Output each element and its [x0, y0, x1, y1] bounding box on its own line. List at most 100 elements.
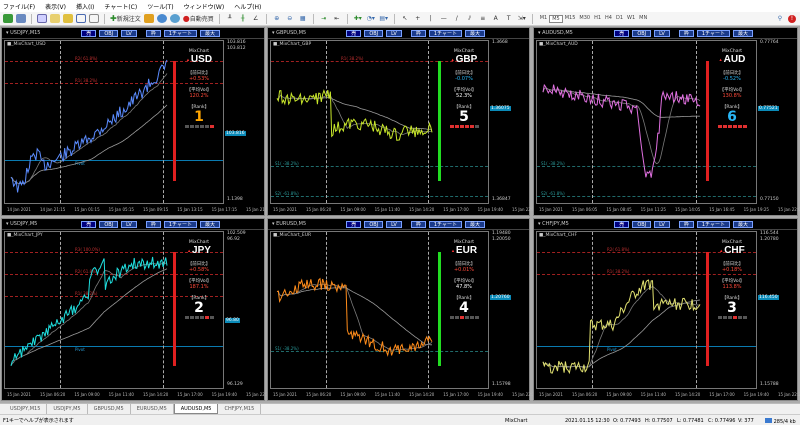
chart-plot-area[interactable]: ■_MixChart_JPY R3( 100.0%) R2( 61.8%) R1( 3…	[4, 231, 224, 389]
auto-scroll-icon[interactable]: ⇥	[319, 14, 329, 24]
chart-window-aud[interactable]: ▾ AUDUSD,M5 売 OBJ LV 枠 1チャート 最大 ■_MixChart_AUD S…	[533, 27, 800, 216]
menu-item[interactable]: ウィンドウ(W)	[184, 2, 225, 11]
chart-title-bar[interactable]: ▾ EURUSD,M5 売 OBJ LV 枠 1チャート 最大	[268, 219, 529, 230]
horizontal-line-icon[interactable]: —	[439, 14, 449, 24]
frame-button[interactable]: 枠	[145, 221, 161, 228]
obj-button[interactable]: OBJ	[364, 30, 384, 37]
crosshair-icon[interactable]: +	[413, 14, 423, 24]
chart-shift-icon[interactable]: ⇤	[332, 14, 342, 24]
price-axis[interactable]: 103.816 103.812 103.816 1.1398	[224, 40, 264, 204]
chart-tab[interactable]: USDJPY,M5	[47, 404, 88, 414]
obj-button[interactable]: OBJ	[99, 221, 119, 228]
lv-button[interactable]: LV	[121, 30, 137, 37]
lv-button[interactable]: LV	[654, 221, 670, 228]
search-icon[interactable]: ⚲	[775, 14, 785, 24]
arrows-icon[interactable]: ⇲▾	[517, 14, 527, 24]
metaeditor-icon[interactable]	[143, 14, 154, 23]
market-watch-icon[interactable]	[37, 14, 47, 23]
timeframe-h1[interactable]: H1	[592, 15, 603, 23]
timeframe-m1[interactable]: M1	[538, 15, 550, 23]
menu-item[interactable]: ヘルプ(H)	[234, 2, 261, 11]
timeframe-w1[interactable]: W1	[625, 15, 637, 23]
one-chart-button[interactable]: 1チャート	[163, 221, 197, 228]
chart-title-bar[interactable]: ▾ USDJPY,M5 売 OBJ LV 枠 1チャート 最大	[2, 219, 264, 230]
auto-trading-button[interactable]: ● 自動売買	[183, 14, 214, 24]
one-chart-button[interactable]: 1チャート	[696, 221, 730, 228]
menu-item[interactable]: チャート(C)	[104, 2, 137, 11]
lv-button[interactable]: LV	[654, 30, 670, 37]
chart-title-bar[interactable]: ▾ CHFJPY,M5 売 OBJ LV 枠 1チャート 最大	[534, 219, 797, 230]
tile-windows-icon[interactable]: ▦	[298, 14, 308, 24]
indicators-icon[interactable]: ✚▾	[353, 14, 363, 24]
chart-tab[interactable]: EURUSD,M5	[131, 404, 174, 414]
navigator-icon[interactable]	[50, 14, 60, 23]
channel-icon[interactable]: ⫽	[465, 14, 475, 24]
line-chart-icon[interactable]: ∠	[251, 14, 261, 24]
sell-button[interactable]: 売	[346, 30, 362, 37]
market-icon[interactable]	[169, 14, 180, 23]
menu-item[interactable]: 表示(V)	[45, 2, 66, 11]
price-axis[interactable]: 0.77764 0.77521 0.77150	[757, 40, 797, 204]
price-axis[interactable]: 1.3668 1.36075 1.36847	[489, 40, 529, 204]
zoom-out-icon[interactable]: ⊖	[285, 14, 295, 24]
new-order-button[interactable]: ✚ 新規注文	[110, 14, 141, 24]
chart-title-bar[interactable]: ▾ GBPUSD,M5 売 OBJ LV 枠 1チャート 最大	[268, 28, 529, 39]
chart-plot-area[interactable]: ■_MixChart_AUD S1( -38.2%) S2( -61.8%) MixC…	[536, 40, 757, 204]
chart-tab[interactable]: GBPUSD,M5	[88, 404, 131, 414]
terminal-icon[interactable]	[76, 14, 86, 23]
chart-tab[interactable]: USDJPY,M15	[4, 404, 48, 414]
lv-button[interactable]: LV	[121, 221, 137, 228]
text-icon[interactable]: A	[491, 14, 501, 24]
sell-button[interactable]: 売	[614, 30, 630, 37]
obj-button[interactable]: OBJ	[632, 30, 652, 37]
vertical-line-icon[interactable]: |	[426, 14, 436, 24]
time-axis[interactable]: 15 Jan 2021 15 Jan 06:20 15 Jan 09:00 15 Ja…	[270, 389, 537, 400]
zoom-in-icon[interactable]: ⊕	[272, 14, 282, 24]
obj-button[interactable]: OBJ	[632, 221, 652, 228]
menu-item[interactable]: ツール(T)	[147, 2, 173, 11]
chart-title-bar[interactable]: ▾ AUDUSD,M5 売 OBJ LV 枠 1チャート 最大	[534, 28, 797, 39]
chart-window-gbp[interactable]: ▾ GBPUSD,M5 売 OBJ LV 枠 1チャート 最大 ■_MixChart_GBP R…	[267, 27, 537, 216]
chart-tab[interactable]: CHFJPY,M15	[218, 404, 262, 414]
frame-button[interactable]: 枠	[678, 221, 694, 228]
data-window-icon[interactable]	[63, 14, 73, 23]
price-axis[interactable]: 116.544 1.20780 116.450 1.15788	[757, 231, 797, 389]
maximize-button[interactable]: 最大	[732, 30, 753, 37]
trendline-icon[interactable]: /	[452, 14, 462, 24]
tester-icon[interactable]	[89, 14, 99, 23]
chart-window-eur[interactable]: ▾ EURUSD,M5 売 OBJ LV 枠 1チャート 最大 ■_MixChart_EUR S…	[267, 218, 537, 401]
bar-chart-icon[interactable]: ╨	[225, 14, 235, 24]
menu-item[interactable]: 挿入(I)	[76, 2, 94, 11]
cursor-icon[interactable]: ↖	[400, 14, 410, 24]
timeframe-m30[interactable]: M30	[577, 15, 592, 23]
lv-button[interactable]: LV	[386, 30, 402, 37]
timeframe-d1[interactable]: D1	[614, 15, 625, 23]
profiles-icon[interactable]	[16, 14, 26, 23]
signals-icon[interactable]	[156, 14, 167, 23]
maximize-button[interactable]: 最大	[464, 221, 485, 228]
chart-plot-area[interactable]: ■_MixChart_CHF R2( 61.8%) R1( 38.2%) Pivot M…	[536, 231, 757, 389]
chart-window-usd[interactable]: ▾ USDJPY,M15 売 OBJ LV 枠 1チャート 最大 ■_MixChart_USD…	[1, 27, 271, 216]
frame-button[interactable]: 枠	[410, 30, 426, 37]
maximize-button[interactable]: 最大	[464, 30, 485, 37]
chart-plot-area[interactable]: ■_MixChart_GBP R1( 38.2%) S1( -38.2%) S2( -…	[270, 40, 489, 204]
menu-item[interactable]: ファイル(F)	[3, 2, 35, 11]
candlestick-icon[interactable]: ╫	[238, 14, 248, 24]
one-chart-button[interactable]: 1チャート	[163, 30, 197, 37]
timeframe-m15[interactable]: M15	[563, 15, 578, 23]
fibonacci-icon[interactable]: ≡	[478, 14, 488, 24]
lv-button[interactable]: LV	[386, 221, 402, 228]
chart-plot-area[interactable]: ■_MixChart_EURS1( -38.2%)MixChartEUR【前日比…	[270, 231, 489, 389]
maximize-button[interactable]: 最大	[732, 221, 753, 228]
chart-window-jpy[interactable]: ▾ USDJPY,M5 売 OBJ LV 枠 1チャート 最大 ■_MixChart_JPY R…	[1, 218, 271, 401]
sell-button[interactable]: 売	[614, 221, 630, 228]
one-chart-button[interactable]: 1チャート	[696, 30, 730, 37]
time-axis[interactable]: 15 Jan 2021 15 Jan 06:20 15 Jan 09:00 15 Ja…	[536, 389, 800, 400]
time-axis[interactable]: 15 Jan 2021 15 Jan 06:20 15 Jan 09:00 15 Ja…	[270, 204, 537, 215]
timeframe-mn[interactable]: MN	[637, 15, 649, 23]
timeframe-h4[interactable]: H4	[603, 15, 614, 23]
notification-icon[interactable]: !	[788, 14, 796, 23]
text-label-icon[interactable]: T	[504, 14, 514, 24]
maximize-button[interactable]: 最大	[199, 30, 220, 37]
price-axis[interactable]: 1.19480 1.20050 1.20760 1.15798	[489, 231, 529, 389]
